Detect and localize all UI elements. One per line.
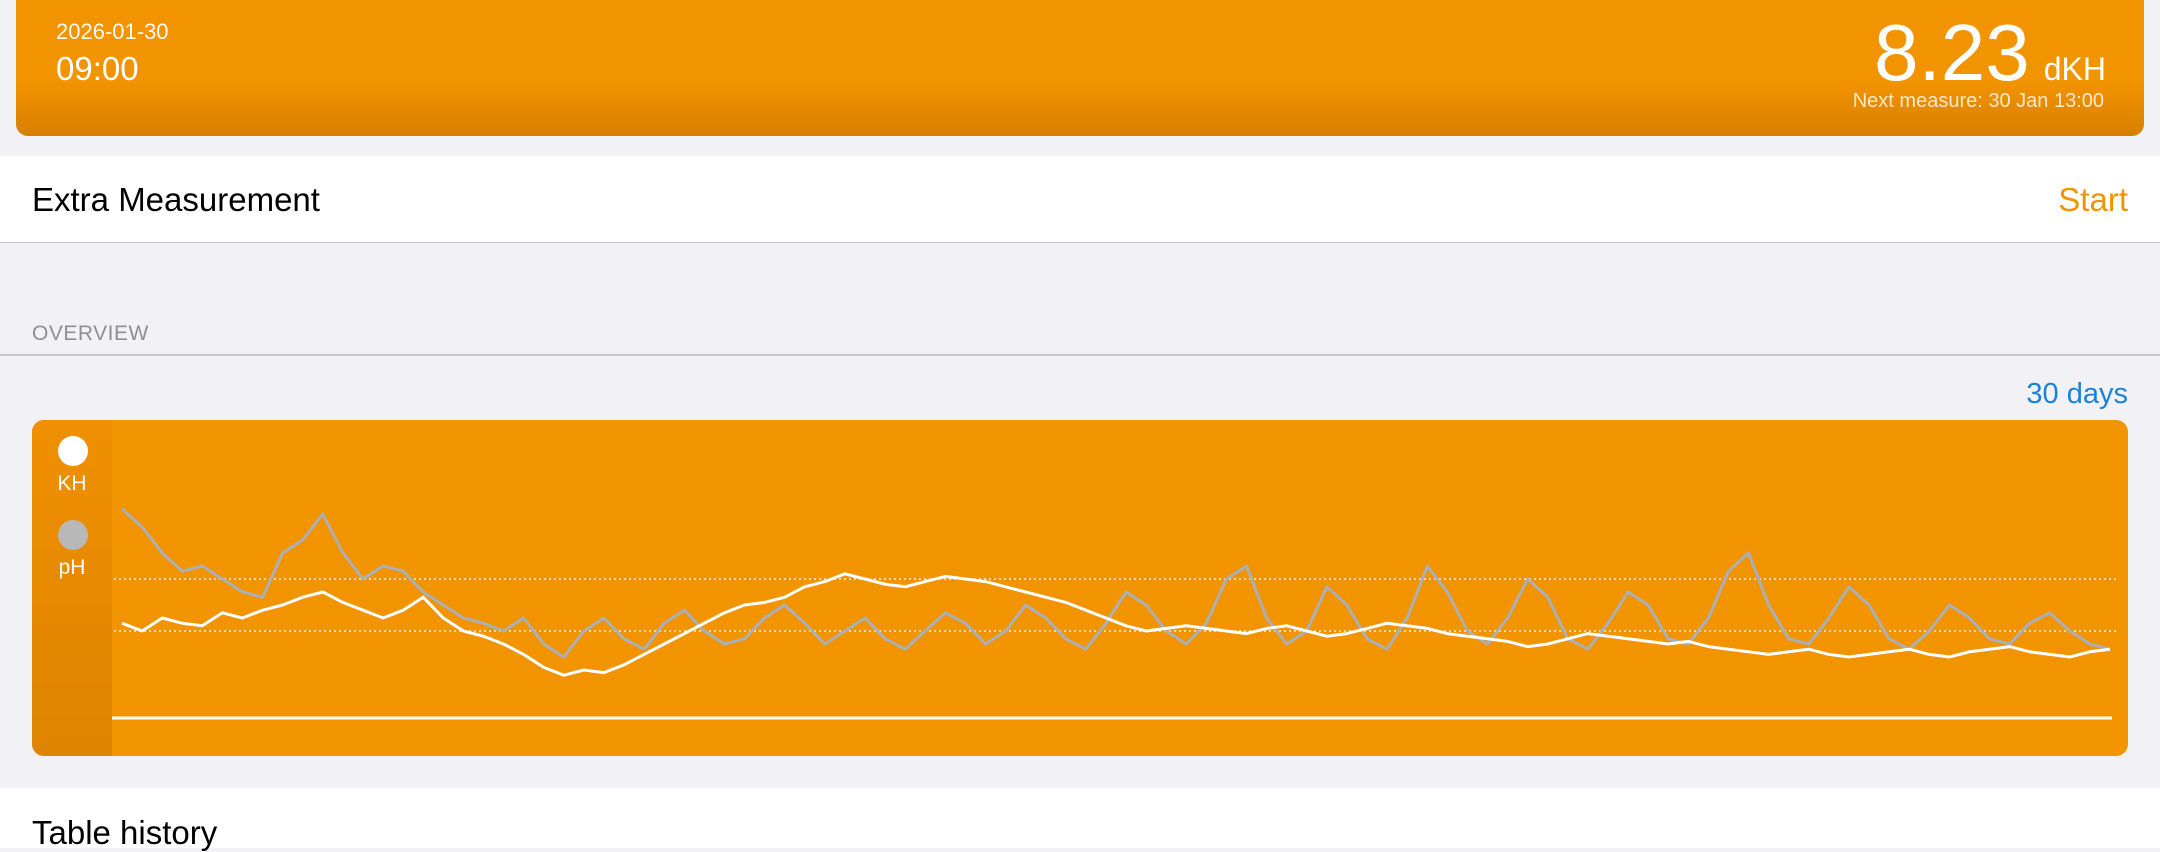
chart-canvas (104, 507, 2118, 720)
extra-measurement-row: Extra Measurement Start (0, 156, 2160, 243)
overview-section-label: OVERVIEW (32, 322, 149, 345)
next-measure-text: Next measure: 30 Jan 13:00 (1852, 90, 2104, 112)
measurement-value-group: 8.23 dKH (1874, 8, 2106, 98)
current-measurement-card: 2026-01-30 09:00 8.23 dKH Next measure: … (16, 0, 2144, 136)
ph-series-line (120, 507, 2111, 659)
table-history-title: Table history (32, 814, 218, 851)
measurement-time: 09:00 (56, 50, 139, 87)
section-divider (0, 354, 2160, 356)
measurement-unit: dKH (2043, 51, 2106, 87)
overview-chart: KH pH (32, 420, 2128, 756)
range-selector-link[interactable]: 30 days (2026, 378, 2128, 411)
kh-legend-dot[interactable] (58, 436, 88, 466)
ph-legend-label: pH (58, 556, 86, 579)
measurement-date: 2026-01-30 (56, 19, 169, 44)
table-history-card[interactable]: Table history (0, 788, 2160, 851)
chart-legend: KH pH (32, 420, 112, 756)
start-button[interactable]: Start (2058, 181, 2128, 219)
ph-legend-dot[interactable] (58, 520, 88, 550)
extra-measurement-label: Extra Measurement (32, 181, 320, 218)
measurement-value: 8.23 (1874, 8, 2030, 97)
kh-legend-label: KH (57, 472, 87, 495)
